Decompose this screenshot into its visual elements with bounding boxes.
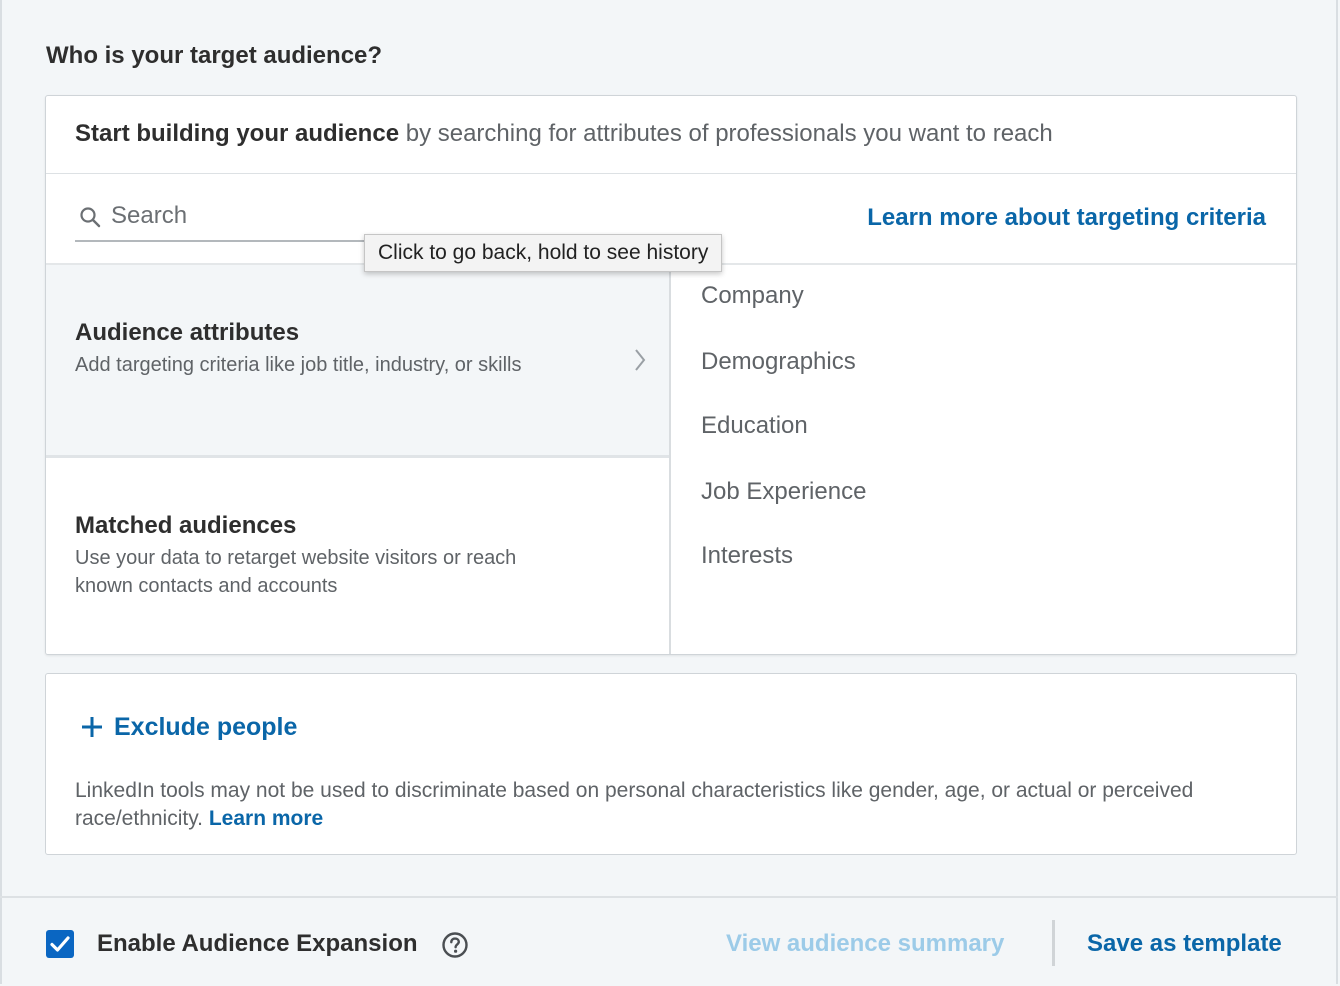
option-title: Audience attributes — [75, 319, 300, 346]
audience-expansion-label[interactable]: Enable Audience Expansion — [97, 930, 418, 958]
option-matched-audiences[interactable]: Matched audiences Use your data to retar… — [46, 460, 669, 654]
search-input[interactable] — [111, 196, 371, 236]
learn-more-targeting-link[interactable]: Learn more about targeting criteria — [867, 204, 1266, 232]
exclude-people-label: Exclude people — [114, 712, 298, 741]
builder-header-bold: Start building your audience — [75, 120, 400, 147]
exclude-card: Exclude people LinkedIn tools may not be… — [45, 673, 1297, 855]
category-demographics[interactable]: Demographics — [701, 348, 856, 376]
view-audience-summary-button[interactable]: View audience summary — [726, 930, 1004, 958]
save-as-template-button[interactable]: Save as template — [1087, 930, 1282, 958]
search-field[interactable] — [75, 196, 375, 242]
option-description: Use your data to retarget website visito… — [75, 547, 517, 597]
builder-header: Start building your audience by searchin… — [46, 96, 1296, 174]
option-description: Add targeting criteria like job title, i… — [75, 354, 522, 376]
search-icon — [80, 207, 101, 228]
plus-icon — [82, 717, 102, 737]
category-education[interactable]: Education — [701, 412, 808, 440]
audience-builder-card: Start building your audience by searchin… — [45, 95, 1297, 655]
discrimination-disclaimer: LinkedIn tools may not be used to discri… — [75, 777, 1235, 833]
category-list: Company Demographics Education Job Exper… — [669, 263, 1296, 654]
help-icon[interactable] — [441, 931, 469, 959]
audience-expansion-checkbox[interactable] — [46, 930, 74, 958]
option-audience-attributes[interactable]: Audience attributes Add targeting criter… — [46, 265, 669, 458]
audience-type-list: Audience attributes Add targeting criter… — [46, 263, 669, 654]
option-title: Matched audiences — [75, 512, 297, 539]
footer-bar: Enable Audience Expansion View audience … — [0, 896, 1338, 986]
category-interests[interactable]: Interests — [701, 542, 793, 570]
exclude-people-button[interactable]: Exclude people — [80, 710, 297, 744]
builder-header-text: by searching for attributes of professio… — [399, 120, 1053, 147]
page-title: Who is your target audience? — [46, 42, 383, 69]
checkmark-icon — [50, 936, 70, 952]
category-job-experience[interactable]: Job Experience — [701, 478, 866, 506]
disclaimer-learn-more-link[interactable]: Learn more — [209, 807, 323, 830]
chevron-right-icon — [635, 349, 646, 371]
category-company[interactable]: Company — [701, 282, 804, 310]
footer-divider — [1052, 920, 1055, 966]
back-button-tooltip: Click to go back, hold to see history — [364, 234, 723, 272]
